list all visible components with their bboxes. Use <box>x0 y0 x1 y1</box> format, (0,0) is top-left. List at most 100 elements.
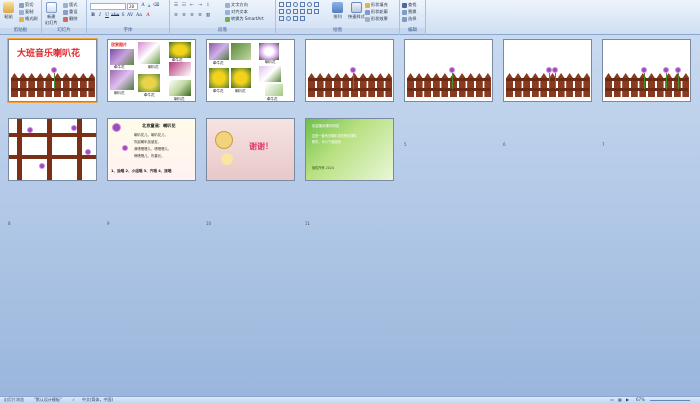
align-center-icon[interactable]: ≡ <box>181 13 187 19</box>
fence-picket <box>28 73 36 97</box>
change-case-icon[interactable]: Aa <box>136 13 142 19</box>
fence-picket <box>475 73 483 97</box>
select-button[interactable]: 选择 <box>402 16 416 22</box>
callout-shape-icon[interactable] <box>314 9 319 14</box>
layout-button[interactable]: 版式 <box>63 2 77 8</box>
brace-shape-icon[interactable] <box>307 9 312 14</box>
align-text-button[interactable]: 对齐文本 <box>225 9 248 15</box>
textbox-shape-icon[interactable] <box>286 2 291 7</box>
language-label[interactable]: 中文(简体，中国) <box>82 397 113 403</box>
reset-button[interactable]: 重设 <box>63 9 77 15</box>
line2-shape-icon[interactable] <box>279 16 284 21</box>
bullets-icon[interactable]: ☰ <box>173 3 179 9</box>
fence-rail <box>11 88 94 91</box>
shape-fill-button[interactable]: 形状填充 <box>365 2 388 8</box>
slide-thumbnail-10[interactable]: 谢谢！ <box>206 118 295 181</box>
convert-smartart-button[interactable]: 转换为 SmartArt <box>225 16 264 22</box>
rectangle-shape-icon[interactable] <box>279 2 284 7</box>
slide-thumbnail-7[interactable] <box>602 39 691 102</box>
font-name-box[interactable] <box>90 3 126 10</box>
arrow-shape-icon[interactable] <box>300 2 305 7</box>
star-shape-icon[interactable] <box>300 9 305 14</box>
slideshow-view-icon[interactable]: ▶ <box>626 397 629 403</box>
delete-icon <box>63 16 68 22</box>
font-color-icon[interactable]: A <box>145 13 151 19</box>
slide-sorter-area[interactable]: 大班音乐喇叭花 1 欣赏图片 牵牛花 喇叭花 牵牛花 喇叭花 牵牛花 喇叭花 2… <box>0 35 700 396</box>
shrink-font-icon[interactable]: A <box>146 3 152 9</box>
columns-icon[interactable]: ▥ <box>205 13 211 19</box>
line-spacing-icon[interactable]: ↕ <box>205 3 211 9</box>
arrow2-shape-icon[interactable] <box>293 9 298 14</box>
flower-icon <box>85 149 91 155</box>
slide-thumbnail-11[interactable]: 欢迎使用课件网站 这是一套有关喇叭花的音乐课件 教学，可以下载使用 版权所有 2… <box>305 118 394 181</box>
font-size-box[interactable]: 28 <box>127 3 138 10</box>
fence-picket <box>376 73 384 97</box>
layout-icon <box>63 2 68 8</box>
shape-outline-button[interactable]: 形状轮廓 <box>365 9 388 15</box>
spellcheck-icon[interactable]: ✓ <box>72 397 75 403</box>
italic-icon[interactable]: I <box>97 13 103 19</box>
clear-format-icon[interactable]: ⌫ <box>153 3 159 9</box>
char-spacing-icon[interactable]: AV <box>127 13 133 19</box>
rect2-shape-icon[interactable] <box>279 9 284 14</box>
slide-thumbnail-4[interactable] <box>305 39 394 102</box>
flower-photo <box>138 74 160 92</box>
flower-photo <box>169 42 191 58</box>
slide-thumbnail-6[interactable] <box>503 39 592 102</box>
increase-indent-icon[interactable]: ⇥ <box>197 3 203 9</box>
slide-thumbnail-5[interactable] <box>404 39 493 102</box>
replace-button[interactable]: 替换 <box>402 9 416 15</box>
block-arrow-shape-icon[interactable] <box>293 16 298 21</box>
photo-caption: 牵牛花 <box>144 93 155 97</box>
photo-caption: 喇叭花 <box>174 97 185 101</box>
paste-button[interactable]: 粘贴 <box>3 2 14 20</box>
slides-group-label: 幻灯片 <box>42 28 86 34</box>
align-right-icon[interactable]: ≡ <box>189 13 195 19</box>
scissors-icon <box>19 2 24 8</box>
underline-icon[interactable]: U <box>104 13 110 19</box>
flower-photo <box>259 66 281 82</box>
thanks-text: 谢谢！ <box>249 142 273 151</box>
sorter-view-icon[interactable]: ▦ <box>618 397 622 403</box>
text-direction-button[interactable]: 文字方向 <box>225 2 248 8</box>
shadow-icon[interactable]: S <box>120 13 126 19</box>
curve-shape-icon[interactable] <box>286 16 291 21</box>
normal-view-icon[interactable]: ▭ <box>610 397 614 403</box>
align-left-icon[interactable]: ≡ <box>173 13 179 19</box>
delete-slide-button[interactable]: 删除 <box>63 16 77 22</box>
heart-shape-icon[interactable] <box>300 16 305 21</box>
fence-graphic <box>506 67 591 97</box>
slide-thumbnail-1[interactable]: 大班音乐喇叭花 <box>7 38 98 103</box>
strikethrough-icon[interactable]: abe <box>111 13 119 19</box>
lattice-beam <box>9 155 96 159</box>
quick-styles-button[interactable]: 快速样式 <box>348 2 365 20</box>
bold-icon[interactable]: B <box>90 13 96 19</box>
fence-rail <box>11 78 94 81</box>
shapes-gallery[interactable] <box>279 2 329 24</box>
format-painter-button[interactable]: 格式刷 <box>19 16 38 22</box>
zoom-level[interactable]: 67% <box>636 397 645 403</box>
triangle-shape-icon[interactable] <box>314 2 319 7</box>
slide-thumbnail-2[interactable]: 欣赏图片 牵牛花 喇叭花 牵牛花 喇叭花 牵牛花 喇叭花 <box>107 39 196 102</box>
oval-shape-icon[interactable] <box>307 2 312 7</box>
theme-label: "默认设计模板" <box>34 397 62 402</box>
shape-effects-button[interactable]: 形状效果 <box>365 16 388 22</box>
flower-photo <box>265 84 283 96</box>
find-button[interactable]: 查找 <box>402 2 416 8</box>
slide-thumbnail-8[interactable] <box>8 118 97 181</box>
zoom-slider[interactable] <box>650 400 690 401</box>
numbering-icon[interactable]: ☷ <box>181 3 187 9</box>
flower-photo <box>110 49 134 65</box>
line-shape-icon[interactable] <box>293 2 298 7</box>
new-slide-button[interactable]: 新建 幻灯片 <box>45 2 58 26</box>
arrange-button[interactable]: 排列 <box>332 2 343 20</box>
copy-button[interactable]: 复制 <box>19 9 33 15</box>
decrease-indent-icon[interactable]: ⇤ <box>189 3 195 9</box>
cut-button[interactable]: 剪切 <box>19 2 33 8</box>
slide-thumbnail-3[interactable]: 牵牛花 喇叭花 牵牛花 喇叭花 牵牛花 <box>206 39 295 102</box>
justify-icon[interactable]: ≡ <box>197 13 203 19</box>
rounded-rect-shape-icon[interactable] <box>286 9 291 14</box>
fence-picket <box>415 73 423 97</box>
slide-thumbnail-9[interactable]: 北京童谣：喇叭花 喇叭花儿，喇叭花儿， 吹起喇叭找朋友， 滴嗒嗒嗒儿，嗒嗒嗒儿，… <box>107 118 196 181</box>
fence-picket <box>359 73 367 97</box>
